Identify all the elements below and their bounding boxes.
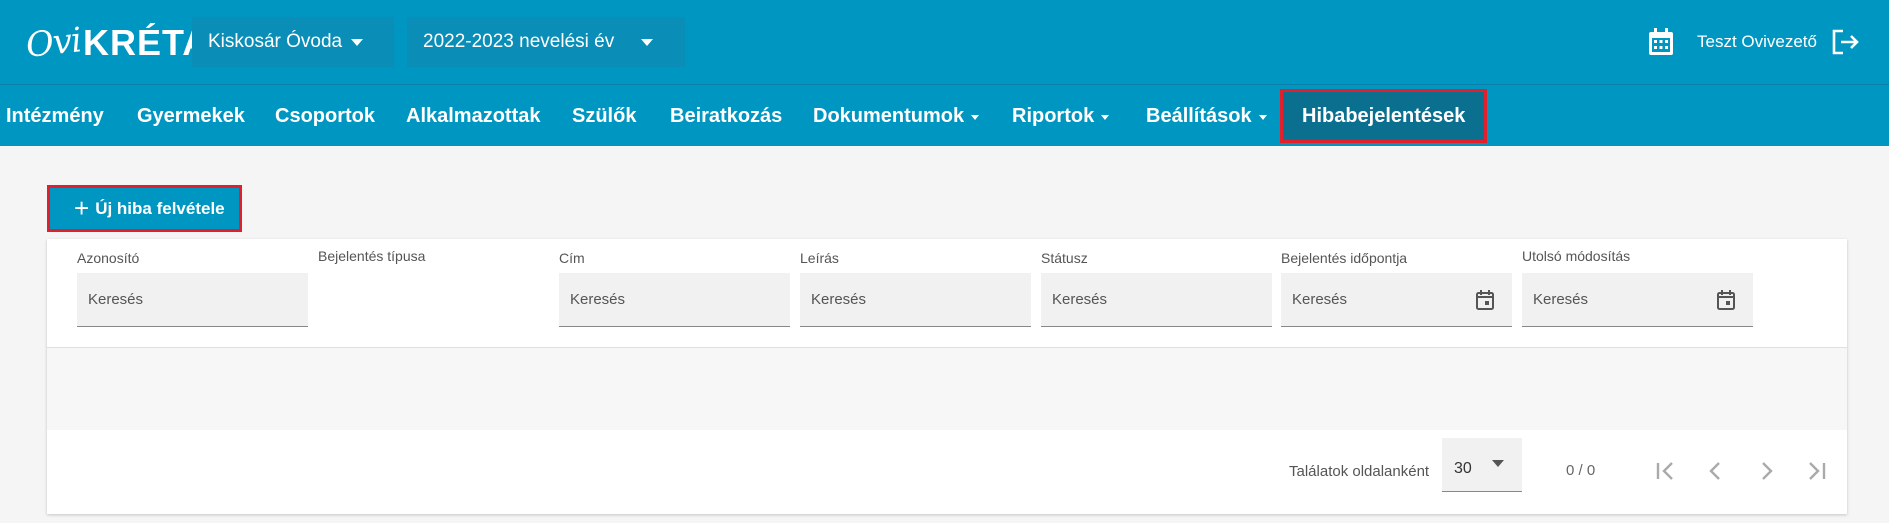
chevron-down-icon: [641, 39, 653, 46]
ovikreta-logo[interactable]: Ovi KRÉTA: [24, 20, 208, 66]
nav-item-label: Hibabejelentések: [1302, 104, 1466, 127]
filter-placeholder: Keresés: [1292, 291, 1348, 308]
filter-azonosito-input[interactable]: Keresés: [77, 273, 308, 327]
column-header-bejelentes-tipusa[interactable]: Bejelentés típusa: [318, 248, 425, 264]
column-header-leiras[interactable]: Leírás: [800, 250, 839, 266]
calendar-icon[interactable]: [1647, 27, 1675, 57]
nav-item-label: Beállítások: [1146, 104, 1252, 127]
nav-item-hibabejelentesek[interactable]: Hibabejelentések: [1280, 89, 1488, 143]
logout-icon[interactable]: [1831, 29, 1861, 55]
nav-item-label: Szülők: [572, 104, 637, 127]
next-page-icon[interactable]: [1753, 458, 1779, 484]
per-page-select[interactable]: 30: [1442, 438, 1522, 492]
filter-utolso-modositas-input[interactable]: Keresés: [1522, 273, 1753, 327]
nav-item-intezmeny[interactable]: Intézmény: [6, 85, 104, 147]
prev-page-icon[interactable]: [1703, 458, 1729, 484]
plus-icon: +: [74, 192, 90, 223]
logo-name: KRÉTA: [82, 22, 210, 63]
chevron-down-icon: [351, 39, 363, 46]
year-selector-value: 2022-2023 nevelési év: [423, 31, 615, 52]
caret-down-icon: [971, 114, 980, 120]
column-header-azonosito[interactable]: Azonosító: [77, 250, 139, 266]
nav-item-csoportok[interactable]: Csoportok: [275, 85, 375, 147]
column-header-bejelentes-idopontja[interactable]: Bejelentés időpontja: [1281, 250, 1407, 266]
add-issue-button[interactable]: + Új hiba felvétele: [47, 185, 242, 232]
school-selector[interactable]: Kiskosár Óvoda: [192, 17, 394, 67]
nav-item-gyermekek[interactable]: Gyermekek: [137, 85, 245, 147]
school-selector-value: Kiskosár Óvoda: [208, 31, 343, 52]
caret-down-icon: [1258, 114, 1267, 120]
filter-statusz-input[interactable]: Keresés: [1041, 273, 1272, 327]
nav-item-alkalmazottak[interactable]: Alkalmazottak: [406, 85, 541, 147]
filter-placeholder: Keresés: [570, 291, 626, 308]
first-page-icon[interactable]: [1653, 458, 1679, 484]
last-page-icon[interactable]: [1803, 458, 1829, 484]
issues-grid: Azonosító Keresés Bejelentés típusa Cím …: [47, 239, 1847, 514]
column-header-statusz[interactable]: Státusz: [1041, 250, 1088, 266]
filter-cim-input[interactable]: Keresés: [559, 273, 790, 327]
nav-item-label: Gyermekek: [137, 104, 245, 127]
user-name[interactable]: Teszt Ovivezető: [1697, 32, 1817, 52]
nav-item-label: Intézmény: [6, 104, 104, 127]
filter-bejelentes-idopontja-input[interactable]: Keresés: [1281, 273, 1512, 327]
filter-placeholder: Keresés: [1533, 291, 1589, 308]
main-nav: Intézmény Gyermekek Csoportok Alkalmazot…: [0, 84, 1889, 146]
filter-placeholder: Keresés: [1052, 291, 1108, 308]
caret-down-icon: [1492, 460, 1504, 467]
calendar-icon[interactable]: [1476, 290, 1494, 310]
add-issue-label: Új hiba felvétele: [95, 198, 225, 218]
page-count: 0 / 0: [1566, 462, 1596, 479]
nav-item-dokumentumok[interactable]: Dokumentumok: [813, 85, 980, 147]
filter-placeholder: Keresés: [811, 291, 867, 308]
calendar-icon[interactable]: [1717, 290, 1735, 310]
per-page-value: 30: [1454, 459, 1472, 477]
column-header-utolso-modositas[interactable]: Utolsó módosítás: [1522, 248, 1630, 264]
nav-item-szulok[interactable]: Szülők: [572, 85, 636, 147]
nav-item-label: Csoportok: [275, 104, 375, 127]
per-page-label: Találatok oldalanként: [1289, 463, 1430, 480]
filter-leiras-input[interactable]: Keresés: [800, 273, 1031, 327]
year-selector[interactable]: 2022-2023 nevelési év: [407, 17, 685, 67]
nav-item-label: Beiratkozás: [670, 104, 783, 127]
filter-placeholder: Keresés: [88, 291, 144, 308]
nav-item-beallitasok[interactable]: Beállítások: [1146, 85, 1267, 147]
top-header: Ovi KRÉTA Kiskosár Óvoda 2022-2023 nevel…: [0, 0, 1889, 84]
nav-item-beiratkozas[interactable]: Beiratkozás: [670, 85, 782, 147]
column-header-cim[interactable]: Cím: [559, 250, 585, 266]
logo-prefix: Ovi: [24, 20, 83, 66]
nav-item-label: Dokumentumok: [813, 104, 965, 127]
grid-empty-body: [47, 348, 1847, 430]
nav-item-riportok[interactable]: Riportok: [1012, 85, 1110, 147]
caret-down-icon: [1101, 114, 1110, 120]
nav-item-label: Riportok: [1012, 104, 1095, 127]
user-area: Teszt Ovivezető: [1647, 26, 1861, 58]
nav-item-label: Alkalmazottak: [406, 104, 541, 127]
